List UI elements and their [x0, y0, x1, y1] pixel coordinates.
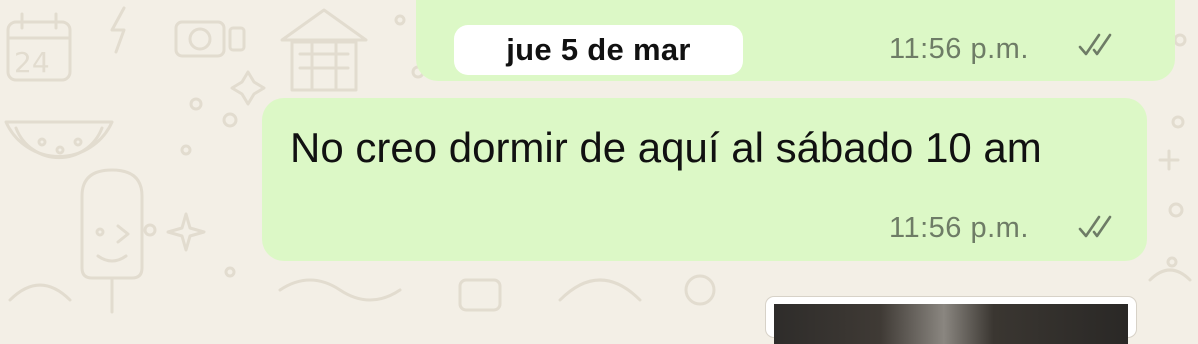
svg-text:24: 24 [14, 46, 50, 79]
double-check-icon [1078, 215, 1112, 238]
image-thumbnail-preview [774, 304, 1128, 344]
message-text: No creo dormir de aquí al sábado 10 am [290, 124, 1042, 171]
message-timestamp: 11:56 p.m. [889, 212, 1029, 244]
image-message-thumbnail[interactable] [766, 297, 1136, 344]
double-check-icon [1078, 33, 1112, 56]
message-timestamp: 11:56 p.m. [889, 33, 1029, 65]
date-separator: jue 5 de mar [454, 25, 743, 75]
